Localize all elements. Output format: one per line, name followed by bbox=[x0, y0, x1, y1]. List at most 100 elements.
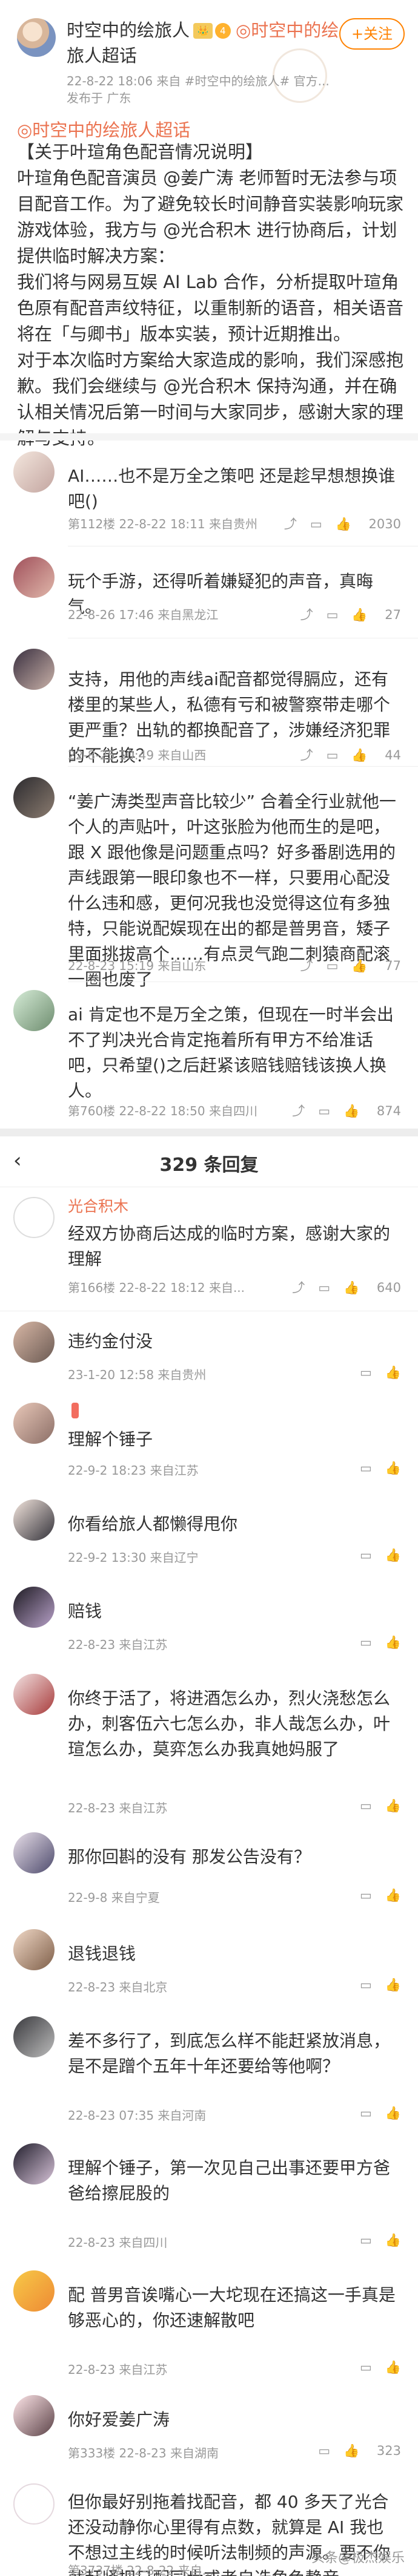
like-icon[interactable]: 👍 bbox=[343, 1104, 359, 1118]
like-icon[interactable]: 👍 bbox=[343, 1280, 359, 1295]
reply-actions: ▭ 👍 bbox=[347, 1978, 401, 1993]
comment-icon[interactable]: ▭ bbox=[360, 1365, 372, 1380]
like-icon[interactable]: 👍 bbox=[351, 608, 367, 622]
comment-icon[interactable]: ▭ bbox=[318, 1104, 330, 1118]
comment-icon[interactable]: ▭ bbox=[310, 517, 322, 531]
comment-icon[interactable]: ▭ bbox=[360, 1798, 372, 1813]
like-icon[interactable]: 👍 bbox=[343, 2443, 359, 2458]
author-name[interactable]: 时空中的绘旅人 👑 4 ◎时空中的绘 bbox=[67, 18, 339, 42]
post-header: 时空中的绘旅人 👑 4 ◎时空中的绘 旅人超话 +关注 22-8-22 18:06 来… bbox=[0, 0, 418, 113]
author-name-line2[interactable]: 旅人超话 bbox=[67, 44, 137, 68]
reply-actions: ▭ 👍 bbox=[347, 1635, 401, 1650]
avatar[interactable] bbox=[13, 451, 55, 493]
like-icon[interactable]: 👍 bbox=[336, 517, 351, 531]
comment-icon[interactable]: ▭ bbox=[360, 1978, 372, 1992]
comment-icon[interactable]: ▭ bbox=[360, 2233, 372, 2247]
share-icon[interactable]: ⤴ bbox=[300, 608, 313, 622]
comment-item[interactable]: “姜广涛类型声音比较少” 合着全行业就他一个人的声贴叶，叶这张脸为他而生的是吧，… bbox=[0, 777, 418, 989]
follow-button[interactable]: +关注 bbox=[339, 18, 405, 50]
comment-actions: ⤴ ▭ 👍 27 bbox=[287, 605, 401, 623]
share-icon[interactable]: ⤴ bbox=[292, 1104, 305, 1118]
like-icon[interactable]: 👍 bbox=[351, 748, 367, 762]
avatar[interactable] bbox=[13, 1832, 55, 1873]
reply-meta: 23-1-20 12:58 来自贵州 bbox=[68, 1368, 207, 1382]
root-comment[interactable]: 光合积木 经双方协商后达成的临时方案，感谢大家的理解 第166楼 22-8-22… bbox=[0, 1197, 418, 1312]
share-icon[interactable]: ⤴ bbox=[292, 1280, 305, 1295]
reply-item[interactable]: 你好爱姜广涛 第333楼 22-8-23 来自湖南 ▭ 👍 323 bbox=[0, 2395, 418, 2480]
avatar[interactable] bbox=[13, 557, 55, 598]
comment-item[interactable]: ai 肯定也不是万全之策，但现在一时半会出不了判决光合肯定拖着所有甲方不给准话吧… bbox=[0, 990, 418, 1129]
avatar[interactable] bbox=[13, 777, 55, 818]
reply-text: 配 普男音诶嘴心一大坨现在还搞这一手真是够恶心的，你还速解散吧 bbox=[68, 2285, 396, 2330]
reply-item[interactable]: 那你回斟的没有 那发公告没有？ 22-9-8 来自宁夏 ▭ 👍 bbox=[0, 1832, 418, 1923]
reply-item[interactable]: 配 普男音诶嘴心一大坨现在还搞这一手真是够恶心的，你还速解散吧 22-8-23 … bbox=[0, 2270, 418, 2391]
comment-icon[interactable]: ▭ bbox=[360, 1461, 372, 1475]
like-icon[interactable]: 👍 bbox=[385, 2106, 401, 2120]
avatar[interactable] bbox=[13, 1499, 55, 1541]
like-icon[interactable]: 👍 bbox=[385, 2233, 401, 2247]
comment-icon[interactable]: ▭ bbox=[360, 1888, 372, 1903]
share-icon[interactable]: ⤴ bbox=[300, 748, 313, 762]
reply-item[interactable]: 你看给旅人都懒得甩你 22-9-2 13:30 来自辽宁 ▭ 👍 bbox=[0, 1499, 418, 1584]
share-icon[interactable]: ⤴ bbox=[300, 959, 313, 973]
avatar[interactable] bbox=[13, 1322, 55, 1363]
reply-actions: ▭ 👍 bbox=[347, 1798, 401, 1814]
like-icon[interactable]: 👍 bbox=[385, 1461, 401, 1475]
comment-icon[interactable]: ▭ bbox=[327, 959, 339, 973]
avatar[interactable] bbox=[13, 1197, 55, 1238]
reply-meta: 22-8-23 07:35 来自河南 bbox=[68, 2108, 207, 2123]
reply-item[interactable]: 差不多行了，到底怎么样不能赶紧放消息，是不是蹭个五年十年还要给等他啊？ 22-8… bbox=[0, 2016, 418, 2137]
like-icon[interactable]: 👍 bbox=[385, 1635, 401, 1650]
avatar[interactable] bbox=[13, 649, 55, 690]
supertopic-link[interactable]: ◎时空中的绘旅人超话 bbox=[17, 116, 190, 142]
like-icon[interactable]: 👍 bbox=[351, 959, 367, 973]
avatar[interactable] bbox=[13, 1587, 55, 1628]
comment-icon[interactable]: ▭ bbox=[318, 1280, 330, 1295]
share-icon[interactable]: ⤴ bbox=[284, 517, 297, 531]
comment-divider bbox=[68, 766, 418, 767]
author-avatar[interactable] bbox=[17, 18, 56, 57]
reply-actions: ▭ 👍 bbox=[347, 1365, 401, 1380]
like-icon[interactable]: 👍 bbox=[385, 1798, 401, 1813]
avatar[interactable] bbox=[13, 2483, 55, 2525]
reply-item[interactable]: 违约金付没 23-1-20 12:58 来自贵州 ▭ 👍 bbox=[0, 1322, 418, 1400]
reply-item[interactable]: 你终于活了，将进酒怎么办，烈火浇愁怎么办，刺客伍六七怎么办，非人哉怎么办，叶瑄怎… bbox=[0, 1674, 418, 1825]
comment-icon[interactable]: ▭ bbox=[327, 748, 339, 762]
screenshot-separator bbox=[0, 1129, 418, 1136]
comment-item[interactable]: AI……也不是万全之策吧 还是趁早想想换谁吧() 第112楼 22-8-22 1… bbox=[0, 451, 418, 548]
comment-meta: 第112楼 22-8-22 18:11 来自贵州 bbox=[68, 517, 257, 531]
like-icon[interactable]: 👍 bbox=[385, 1365, 401, 1380]
reply-meta: 第333楼 22-8-23 来自湖南 bbox=[68, 2446, 219, 2460]
comment-icon[interactable]: ▭ bbox=[318, 2443, 330, 2458]
like-icon[interactable]: 👍 bbox=[385, 1888, 401, 1903]
commenter-name[interactable] bbox=[68, 1403, 79, 1425]
comment-item[interactable]: 支持，用他的声线ai配音都觉得膈应，还有楼里的某些人，私德有亏和被警察带走哪个更… bbox=[0, 649, 418, 776]
like-icon[interactable]: 👍 bbox=[385, 1978, 401, 1992]
reply-item[interactable]: 退钱退钱 22-8-23 来自北京 ▭ 👍 bbox=[0, 1929, 418, 2014]
avatar[interactable] bbox=[13, 2395, 55, 2436]
avatar[interactable] bbox=[13, 1403, 55, 1444]
comment-icon[interactable]: ▭ bbox=[360, 2360, 372, 2374]
avatar[interactable] bbox=[13, 1674, 55, 1715]
avatar[interactable] bbox=[13, 2143, 55, 2184]
avatar[interactable] bbox=[13, 1929, 55, 1970]
like-icon[interactable]: 👍 bbox=[385, 2360, 401, 2374]
author-name-text[interactable]: 时空中的绘旅人 bbox=[67, 20, 190, 41]
reply-item[interactable]: 理解个锤子 22-9-2 18:23 来自江苏 ▭ 👍 bbox=[0, 1403, 418, 1493]
avatar[interactable] bbox=[13, 990, 55, 1031]
post-time: 22-8-22 18:06 来自 #时空中的绘旅人# 官方... bbox=[67, 74, 330, 88]
comment-icon[interactable]: ▭ bbox=[360, 1635, 372, 1650]
comment-icon[interactable]: ▭ bbox=[360, 1548, 372, 1562]
reply-actions: ▭ 👍 bbox=[347, 1461, 401, 1476]
reply-item[interactable]: 理解个锤子，第一次见自己出事还要甲方爸爸给擦屁股的 22-8-23 来自四川 ▭… bbox=[0, 2143, 418, 2264]
reply-item[interactable]: 赔钱 22-8-23 来自江苏 ▭ 👍 bbox=[0, 1587, 418, 1671]
like-icon[interactable]: 👍 bbox=[385, 1548, 401, 1562]
topic-tag[interactable]: ◎时空中的绘 bbox=[236, 18, 339, 42]
avatar[interactable] bbox=[13, 2016, 55, 2057]
commenter-name[interactable]: 光合积木 bbox=[68, 1197, 128, 1216]
comment-icon[interactable]: ▭ bbox=[360, 2106, 372, 2120]
comment-text: 经双方协商后达成的临时方案，感谢大家的理解 bbox=[68, 1224, 391, 1269]
avatar[interactable] bbox=[13, 2270, 55, 2312]
comment-item[interactable]: 玩个手游，还得听着嫌疑犯的声音，真晦气。 22-8-26 17:46 来自黑龙江… bbox=[0, 557, 418, 641]
comment-icon[interactable]: ▭ bbox=[327, 608, 339, 622]
